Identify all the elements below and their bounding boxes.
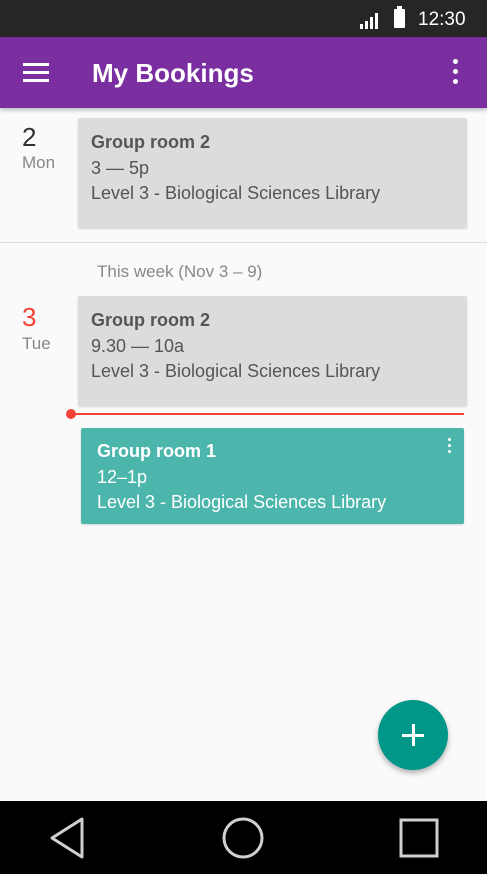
back-icon bbox=[50, 817, 84, 859]
recents-icon bbox=[399, 818, 439, 858]
booking-time: 12–1p bbox=[97, 467, 148, 487]
day-number: 2 bbox=[22, 122, 37, 152]
booking-time: 9.30 — 10a bbox=[91, 336, 185, 356]
day-name-today: Tue bbox=[22, 334, 51, 353]
home-button[interactable] bbox=[213, 815, 273, 861]
current-time-line bbox=[70, 413, 464, 415]
more-vert-icon[interactable] bbox=[444, 57, 466, 87]
status-time: 12:30 bbox=[418, 9, 466, 30]
booking-location: Level 3 - Biological Sciences Library bbox=[91, 183, 381, 203]
battery-icon bbox=[394, 6, 405, 28]
booking-card[interactable]: Group room 2 9.30 — 10a Level 3 - Biolog… bbox=[78, 296, 467, 406]
section-divider bbox=[0, 242, 487, 243]
app-bar: My Bookings bbox=[0, 37, 487, 108]
menu-icon[interactable] bbox=[23, 63, 49, 83]
day-name: Mon bbox=[22, 153, 56, 172]
day-number-today: 3 bbox=[22, 302, 37, 332]
booking-location: Level 3 - Biological Sciences Library bbox=[91, 361, 381, 381]
booking-room: Group room 1 bbox=[97, 441, 217, 461]
booking-time: 3 — 5p bbox=[91, 158, 150, 178]
navigation-bar bbox=[0, 801, 487, 874]
booking-room: Group room 2 bbox=[91, 310, 211, 330]
week-label: This week (Nov 3 – 9) bbox=[97, 262, 263, 281]
more-vert-icon[interactable] bbox=[448, 438, 452, 454]
back-button[interactable] bbox=[38, 815, 98, 861]
home-icon bbox=[222, 817, 264, 859]
status-bar: 12:30 bbox=[0, 0, 487, 37]
recents-button[interactable] bbox=[389, 815, 449, 861]
page-title: My Bookings bbox=[92, 58, 254, 88]
booking-card-active[interactable]: Group room 1 12–1p Level 3 - Biological … bbox=[81, 428, 464, 524]
booking-card[interactable]: Group room 2 3 — 5p Level 3 - Biological… bbox=[78, 118, 467, 228]
add-booking-button[interactable] bbox=[378, 700, 448, 770]
booking-location: Level 3 - Biological Sciences Library bbox=[97, 492, 387, 512]
booking-room: Group room 2 bbox=[91, 132, 211, 152]
signal-icon bbox=[360, 13, 378, 29]
current-time-dot bbox=[66, 409, 76, 419]
